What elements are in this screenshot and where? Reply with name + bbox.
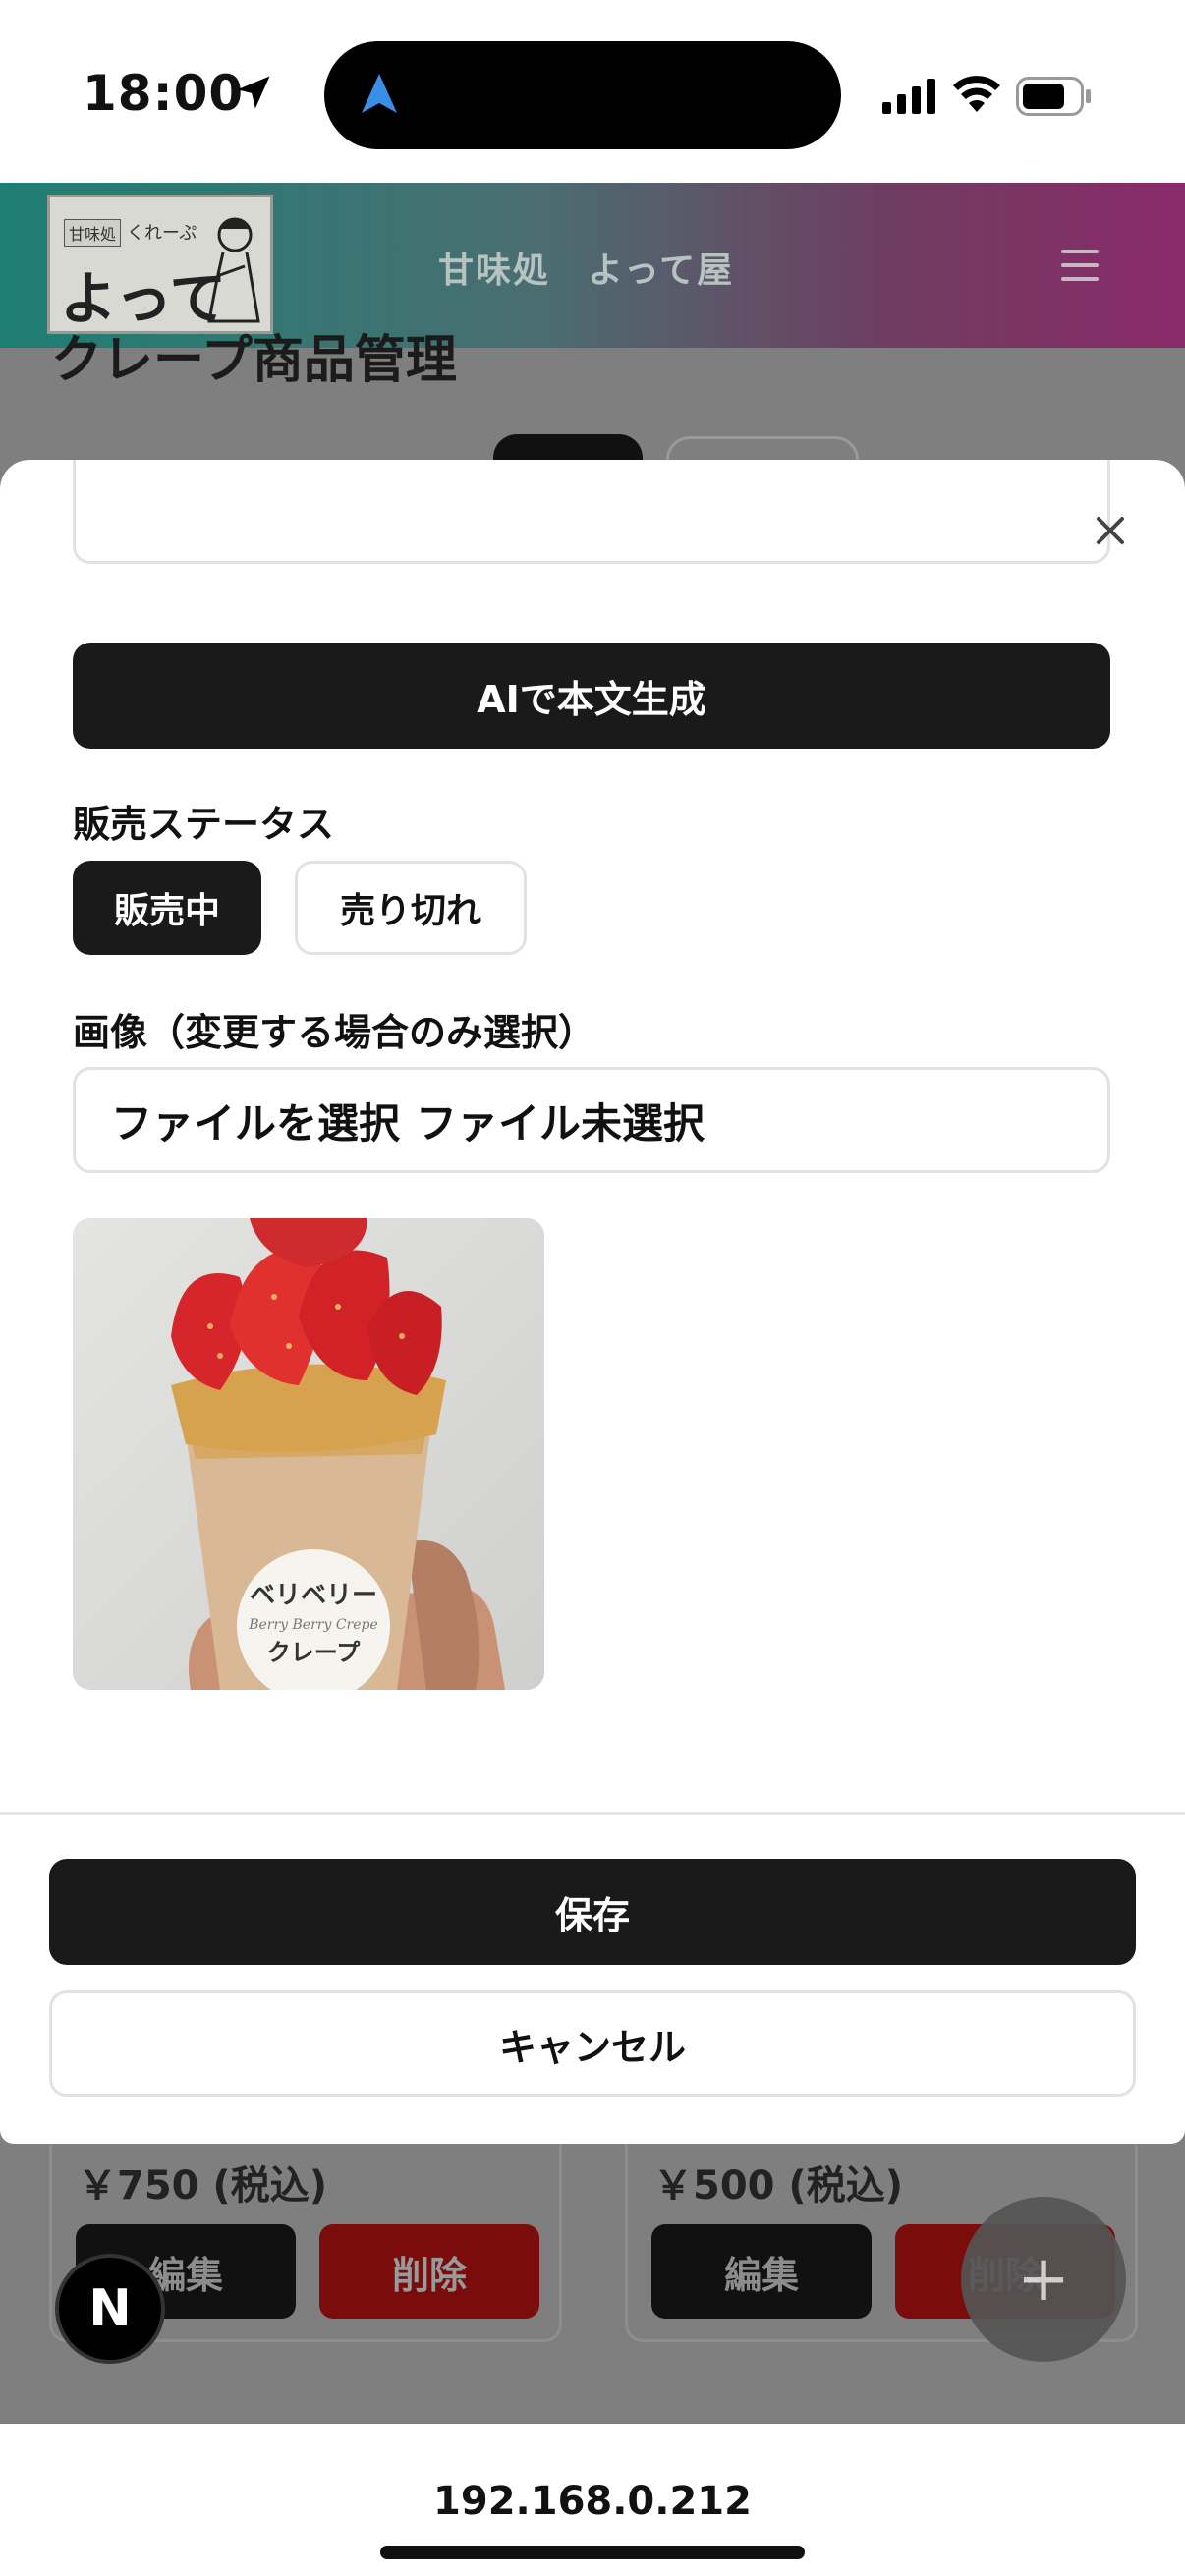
cellular-signal-icon	[882, 79, 935, 114]
close-icon[interactable]	[1091, 511, 1130, 550]
battery-icon	[1016, 77, 1091, 116]
status-sold-out-option[interactable]: 売り切れ	[295, 861, 527, 955]
wifi-icon	[953, 76, 1000, 112]
location-arrow-icon	[237, 76, 270, 109]
logo-badge: 甘味処	[64, 219, 122, 247]
choose-file-button[interactable]: ファイルを選択	[111, 1091, 400, 1150]
geisha-illustration-icon	[207, 217, 260, 323]
label-line1: ベリベリー	[250, 1581, 377, 1610]
delete-button[interactable]: 削除	[319, 2224, 539, 2319]
product-price: ￥500 (税込)	[653, 2163, 903, 2209]
cancel-button[interactable]: キャンセル	[49, 1990, 1136, 2097]
label-line2: Berry Berry Crepe	[248, 1617, 378, 1633]
add-product-fab[interactable]: +	[961, 2197, 1126, 2362]
url-text[interactable]: 192.168.0.212	[0, 2479, 1185, 2524]
home-indicator[interactable]	[380, 2546, 805, 2559]
product-image-preview: ベリベリー Berry Berry Crepe クレープ	[73, 1218, 544, 1690]
page-title: クレープ商品管理	[51, 331, 457, 390]
description-textarea[interactable]	[73, 460, 1110, 564]
status-time: 18:00	[83, 65, 245, 122]
brand-title: 甘味処 よって屋	[438, 251, 735, 291]
crepe-photo: ベリベリー Berry Berry Crepe クレープ	[73, 1218, 544, 1690]
logo-sub: くれーぷ	[127, 223, 198, 244]
edit-product-modal: AIで本文生成 販売ステータス 販売中 売り切れ 画像（変更する場合のみ選択） …	[0, 460, 1185, 2144]
edit-button[interactable]: 編集	[651, 2224, 872, 2319]
image-field-label: 画像（変更する場合のみ選択）	[73, 1011, 596, 1054]
status-bar: 18:00	[0, 0, 1185, 183]
status-on-sale-option[interactable]: 販売中	[73, 861, 261, 955]
file-status-text: ファイル未選択	[416, 1098, 705, 1148]
save-button[interactable]: 保存	[49, 1859, 1136, 1965]
label-line3: クレープ	[267, 1639, 362, 1666]
hamburger-menu-icon[interactable]	[1061, 250, 1099, 281]
browser-url-bar[interactable]: 192.168.0.212	[0, 2424, 1185, 2576]
footer-divider	[0, 1812, 1185, 1815]
sales-status-label: 販売ステータス	[73, 803, 335, 846]
nextjs-dev-badge[interactable]: N	[55, 2254, 165, 2364]
navigation-arrow-icon	[362, 74, 397, 113]
shop-logo[interactable]: 甘味処 くれーぷ よって屋	[47, 195, 273, 415]
image-file-input[interactable]: ファイルを選択 ファイル未選択	[73, 1067, 1110, 1173]
ai-generate-button[interactable]: AIで本文生成	[73, 643, 1110, 749]
product-price: ￥750 (税込)	[78, 2163, 327, 2209]
